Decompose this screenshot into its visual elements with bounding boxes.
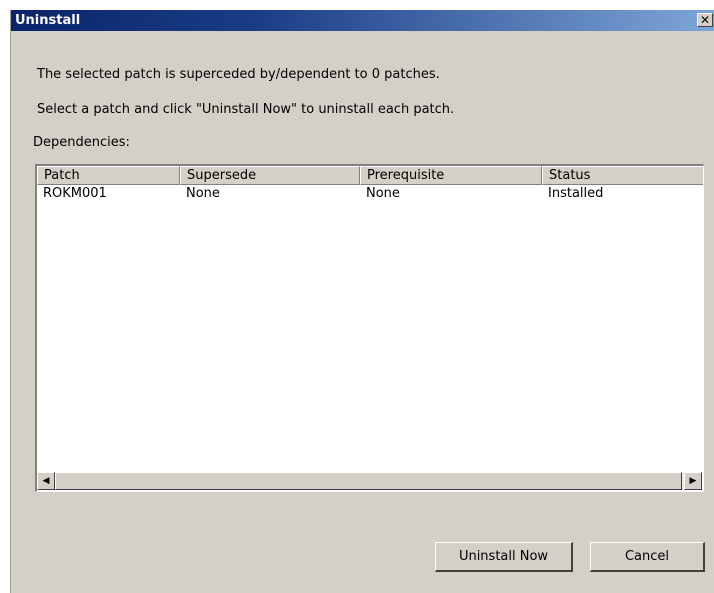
column-header-supersede[interactable]: Supersede — [180, 166, 360, 185]
scroll-thumb[interactable] — [55, 472, 682, 490]
instruction-message: Select a patch and click "Uninstall Now"… — [37, 102, 455, 117]
uninstall-dialog: Uninstall ✕ The selected patch is superc… — [10, 10, 714, 593]
cell-supersede: None — [186, 186, 220, 201]
uninstall-now-button[interactable]: Uninstall Now — [435, 542, 573, 572]
cancel-button[interactable]: Cancel — [590, 542, 705, 572]
cell-status: Installed — [548, 186, 604, 201]
scroll-left-arrow-icon: ◀ — [42, 476, 50, 486]
dependencies-label: Dependencies: — [33, 135, 130, 150]
cell-patch: ROKM001 — [43, 186, 107, 201]
column-header-prerequisite[interactable]: Prerequisite — [360, 166, 542, 185]
scroll-right-button[interactable]: ▶ — [684, 472, 702, 490]
column-header-status[interactable]: Status — [542, 166, 703, 185]
window-title: Uninstall — [15, 13, 81, 28]
scroll-right-arrow-icon: ▶ — [689, 476, 697, 486]
scroll-left-button[interactable]: ◀ — [37, 472, 55, 490]
horizontal-scrollbar[interactable]: ◀ ▶ — [37, 472, 702, 490]
close-icon: ✕ — [699, 13, 711, 27]
superseded-message: The selected patch is superceded by/depe… — [37, 67, 440, 82]
close-button[interactable]: ✕ — [697, 13, 713, 27]
column-header-patch[interactable]: Patch — [37, 166, 180, 185]
dependencies-list[interactable]: Patch Supersede Prerequisite Status ROKM… — [35, 164, 704, 492]
list-header: Patch Supersede Prerequisite Status — [37, 166, 703, 185]
table-row[interactable]: ROKM001 None None Installed — [37, 186, 703, 202]
title-bar[interactable]: Uninstall ✕ — [11, 10, 714, 31]
cell-prerequisite: None — [366, 186, 400, 201]
